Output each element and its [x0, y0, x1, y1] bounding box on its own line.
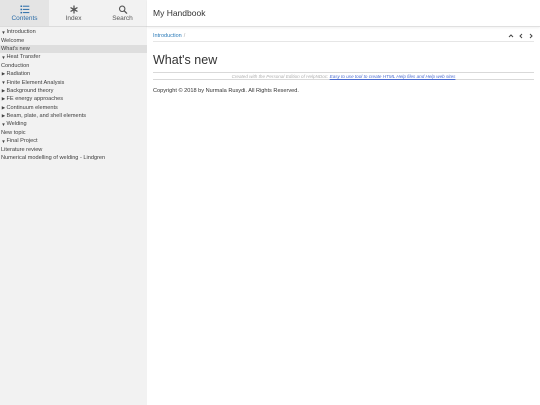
breadcrumb: Introduction /	[153, 31, 534, 42]
caret-right-icon[interactable]: ▶	[1, 105, 6, 111]
tree-item-label: Finite Element Analysis	[6, 79, 65, 86]
tree-item-label: Radiation	[6, 71, 31, 78]
chevron-left-icon[interactable]	[518, 32, 524, 40]
search-icon	[118, 5, 127, 14]
chevron-up-icon[interactable]	[508, 32, 514, 40]
tree-item-label: Welcome	[1, 37, 25, 44]
tab-index-label: Index	[65, 14, 82, 22]
created-with-text: Created with the Personal Edition of Hel…	[231, 74, 330, 79]
sidebar-tabs: Contents Index Search	[0, 0, 147, 27]
tab-search-label: Search	[112, 14, 133, 22]
caret-down-icon[interactable]: ▼	[1, 80, 6, 85]
tree-item-label: New topic	[1, 129, 26, 136]
caret-right-icon[interactable]: ▶	[1, 88, 6, 94]
caret-down-icon[interactable]: ▼	[1, 55, 6, 60]
tree-item[interactable]: ▶ Beam, plate, and shell elements	[0, 112, 147, 120]
created-with-link[interactable]: Easy to use tool to create HTML Help fil…	[330, 74, 456, 79]
caret-right-icon[interactable]: ▶	[1, 96, 6, 102]
tree-item[interactable]: ▶ FE energy approaches	[0, 95, 147, 103]
tree-item[interactable]: ▶ Continuum elements	[0, 104, 147, 112]
tree-item[interactable]: ▶ Background theory	[0, 87, 147, 95]
topic-nav-buttons	[508, 32, 534, 40]
list-icon	[20, 5, 29, 13]
tree-item-label: Background theory	[6, 87, 54, 94]
tree-item[interactable]: ▶ Radiation	[0, 70, 147, 78]
tab-index[interactable]: Index	[49, 0, 98, 26]
tree-item-label: Heat Transfer	[6, 54, 41, 61]
tree-item-label: What's new	[1, 45, 30, 52]
tree-item[interactable]: ▼ Welding	[0, 120, 147, 128]
tree-item[interactable]: Conduction	[0, 62, 147, 70]
contents-tree: ▼ Introduction Welcome What's new ▼ Heat Tran…	[0, 27, 147, 162]
main-content: My Handbook Introduction / What's new Cr…	[147, 0, 540, 405]
caret-right-icon[interactable]: ▶	[1, 113, 6, 119]
sidebar: Contents Index Search ▼ Introduction Welco…	[0, 0, 147, 405]
tree-item[interactable]: ▼ Heat Transfer	[0, 53, 147, 61]
chevron-right-icon[interactable]	[528, 32, 534, 40]
caret-down-icon[interactable]: ▼	[1, 30, 6, 35]
caret-down-icon[interactable]: ▼	[1, 122, 6, 127]
caret-down-icon[interactable]: ▼	[1, 139, 6, 144]
page-header-title: My Handbook	[153, 8, 206, 18]
tab-contents[interactable]: Contents	[0, 0, 49, 26]
tree-item-label: FE energy approaches	[6, 96, 64, 103]
asterisk-icon	[69, 4, 78, 14]
tree-item-label: Numerical modelling of welding - Lindgre…	[1, 155, 106, 162]
tree-item-label: Introduction	[6, 29, 36, 36]
page-title: What's new	[153, 53, 218, 67]
caret-right-icon[interactable]: ▶	[1, 71, 6, 77]
tree-item[interactable]: Numerical modelling of welding - Lindgre…	[0, 154, 147, 162]
tree-item[interactable]: ▼ Finite Element Analysis	[0, 78, 147, 86]
tree-item[interactable]: New topic	[0, 129, 147, 137]
created-with-banner: Created with the Personal Edition of Hel…	[153, 72, 534, 80]
tab-contents-label: Contents	[11, 14, 38, 22]
tree-item-label: Final Project	[6, 138, 38, 145]
tree-item-label: Continuum elements	[6, 104, 58, 111]
tree-item[interactable]: Welcome	[0, 36, 147, 44]
tree-item-label: Conduction	[1, 62, 30, 69]
tree-item-label: Beam, plate, and shell elements	[6, 113, 87, 120]
tree-item[interactable]: What's new	[0, 44, 147, 54]
header: My Handbook	[147, 0, 540, 27]
tree-item[interactable]: Literature review	[0, 145, 147, 153]
breadcrumb-item-introduction[interactable]: Introduction	[153, 33, 182, 39]
copyright-text: Copyright © 2018 by Nurmala Rusydi. All …	[153, 88, 299, 94]
tree-item-label: Literature review	[1, 146, 43, 153]
breadcrumb-separator: /	[183, 33, 186, 39]
tab-search[interactable]: Search	[98, 0, 147, 26]
tree-item[interactable]: ▼ Final Project	[0, 137, 147, 145]
tree-item[interactable]: ▼ Introduction	[0, 28, 147, 36]
tree-item-label: Welding	[6, 121, 27, 128]
